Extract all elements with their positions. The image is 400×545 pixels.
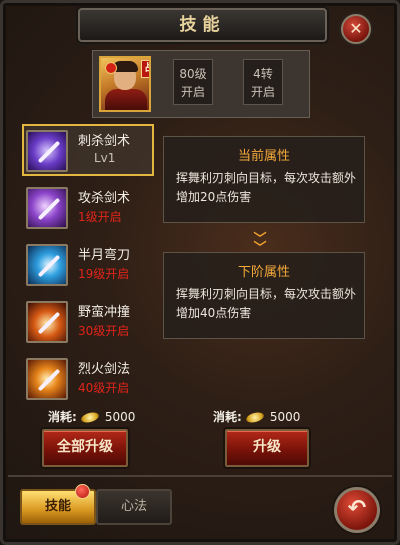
cost-amount: 5000 bbox=[104, 410, 136, 424]
charge-icon bbox=[26, 301, 68, 343]
sword-thrust-icon bbox=[26, 130, 68, 172]
cost-label: 消耗: bbox=[213, 410, 242, 424]
skill-name: 烈火剑法 bbox=[78, 362, 131, 377]
close-icon: ✕ bbox=[349, 19, 363, 38]
chevron-down-icon: ﹀ ﹀ bbox=[253, 232, 267, 256]
skill-unlock-level: 30级开启 bbox=[78, 324, 130, 338]
skill-level: Lv1 bbox=[94, 151, 116, 165]
back-arrow-icon: ↶ bbox=[347, 496, 367, 521]
current-attribute-panel: 当前属性 挥舞利刃刺向目标，每次攻击额外增加20点伤害 bbox=[163, 136, 365, 223]
hero-info-strip: 战 80级 开启 4转 开启 bbox=[92, 50, 310, 118]
upgrade-cost: 消耗: 5000 bbox=[213, 408, 300, 425]
cost-label: 消耗: bbox=[48, 410, 77, 424]
class-badge: 战 bbox=[141, 60, 149, 78]
coin-icon bbox=[244, 410, 265, 425]
crescent-blade-icon bbox=[26, 244, 68, 286]
skill-unlock-level: 40级开启 bbox=[78, 381, 130, 395]
next-attribute-desc: 挥舞利刃刺向目标，每次攻击额外增加40点伤害 bbox=[176, 287, 357, 320]
next-attribute-title: 下阶属性 bbox=[237, 265, 290, 280]
hero-portrait[interactable]: 战 bbox=[99, 56, 151, 112]
back-button[interactable]: ↶ bbox=[334, 487, 380, 533]
sword-slash-icon bbox=[26, 187, 68, 229]
skill-name: 刺杀剑术 bbox=[78, 134, 131, 149]
skill-name: 野蛮冲撞 bbox=[78, 305, 131, 320]
level-requirement: 80级 开启 bbox=[173, 59, 213, 105]
close-button[interactable]: ✕ bbox=[341, 14, 371, 44]
divider bbox=[8, 475, 392, 477]
cost-amount: 5000 bbox=[269, 410, 301, 424]
notification-dot bbox=[75, 484, 90, 499]
skill-item-fire-sword[interactable]: 烈火剑法 40级开启 bbox=[22, 352, 152, 406]
coin-icon bbox=[79, 410, 100, 425]
tab-mental-method[interactable]: 心法 bbox=[96, 489, 172, 525]
notification-dot bbox=[105, 62, 117, 74]
upgrade-all-cost: 消耗: 5000 bbox=[48, 408, 135, 425]
skill-item-halfmoon[interactable]: 半月弯刀 19级开启 bbox=[22, 238, 152, 292]
fire-sword-icon bbox=[26, 358, 68, 400]
next-attribute-panel: 下阶属性 挥舞利刃刺向目标，每次攻击额外增加40点伤害 bbox=[163, 252, 365, 339]
skill-item-stab[interactable]: 刺杀剑术 Lv1 bbox=[22, 124, 154, 178]
skill-item-attack[interactable]: 攻杀剑术 1级开启 bbox=[22, 181, 152, 235]
current-attribute-desc: 挥舞利刃刺向目标，每次攻击额外增加20点伤害 bbox=[176, 171, 357, 204]
skill-item-charge[interactable]: 野蛮冲撞 30级开启 bbox=[22, 295, 152, 349]
skill-window: 技能 ✕ 战 80级 开启 4转 开启 刺杀剑术 Lv1 攻杀剑术 1级开启 bbox=[0, 0, 400, 545]
skill-unlock-level: 19级开启 bbox=[78, 267, 130, 281]
skill-name: 攻杀剑术 bbox=[78, 191, 131, 206]
window-title: 技能 bbox=[78, 8, 327, 42]
skill-name: 半月弯刀 bbox=[78, 248, 131, 263]
upgrade-button[interactable]: 升级 bbox=[225, 429, 309, 467]
current-attribute-title: 当前属性 bbox=[237, 149, 290, 164]
skill-list: 刺杀剑术 Lv1 攻杀剑术 1级开启 半月弯刀 19级开启 野蛮冲撞 30级开启… bbox=[22, 122, 154, 400]
upgrade-all-button[interactable]: 全部升级 bbox=[42, 429, 128, 467]
skill-unlock-level: 1级开启 bbox=[78, 210, 122, 224]
rebirth-requirement: 4转 开启 bbox=[243, 59, 283, 105]
